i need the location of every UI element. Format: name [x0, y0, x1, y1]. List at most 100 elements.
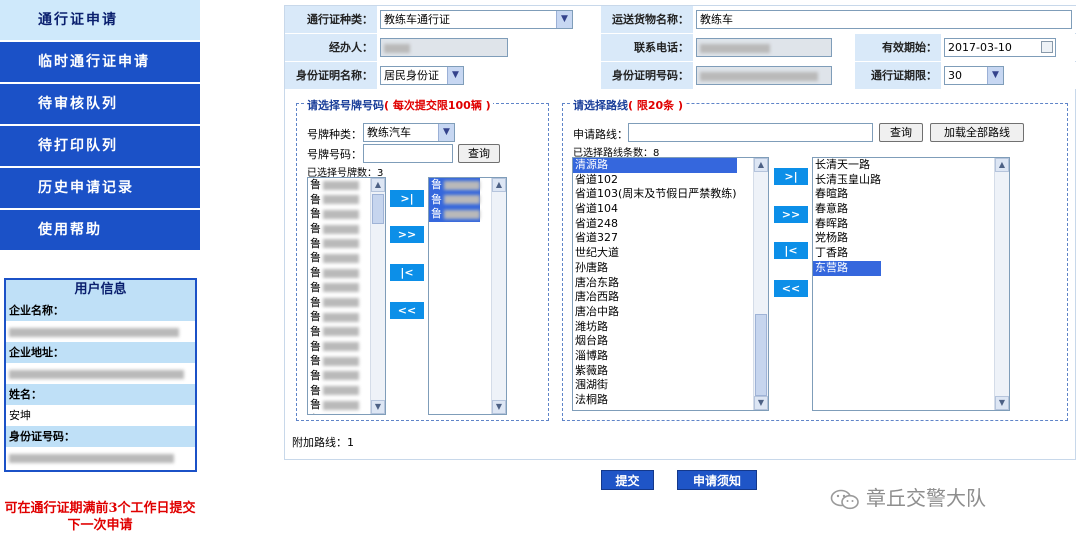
list-item[interactable]: 省道102 — [573, 173, 737, 188]
sidebar-item-help[interactable]: 使用帮助 — [0, 210, 200, 250]
scroll-up-icon[interactable]: ▲ — [995, 158, 1009, 172]
page: 通行证申请 临时通行证申请 待审核队列 待打印队列 历史申请记录 使用帮助 用户… — [0, 0, 1080, 546]
sidebar-item-print-queue[interactable]: 待打印队列 — [0, 126, 200, 166]
id-number-input[interactable] — [696, 66, 832, 85]
list-item[interactable]: 鲁 — [429, 192, 480, 208]
list-item[interactable]: 淄博路 — [573, 349, 737, 364]
period-label: 通行证期限： — [855, 62, 941, 89]
list-item[interactable]: 鲁 — [308, 266, 359, 281]
list-item[interactable]: 长清天一路 — [813, 158, 881, 173]
sidebar-item-history[interactable]: 历史申请记录 — [0, 168, 200, 208]
list-item[interactable]: 孙唐路 — [573, 261, 737, 276]
scroll-up-icon[interactable]: ▲ — [754, 158, 768, 172]
list-item[interactable]: 鲁 — [308, 207, 359, 222]
scrollbar[interactable]: ▲ ▼ — [753, 158, 768, 410]
list-item[interactable]: 鲁 — [308, 384, 359, 399]
list-item[interactable]: 鲁 — [308, 354, 359, 369]
list-item[interactable]: 鲁 — [429, 207, 480, 223]
list-item[interactable]: 省道103(周末及节假日严禁教练) — [573, 187, 737, 202]
scroll-thumb[interactable] — [372, 194, 384, 224]
scroll-down-icon[interactable]: ▼ — [492, 400, 506, 414]
list-item[interactable]: 鲁 — [308, 369, 359, 384]
list-item[interactable]: 鲁 — [308, 222, 359, 237]
load-all-routes-button[interactable]: 加载全部路线 — [930, 123, 1024, 142]
scrollbar[interactable]: ▲ ▼ — [994, 158, 1009, 410]
scrollbar[interactable]: ▲ ▼ — [491, 178, 506, 414]
available-route-list[interactable]: 清源路 省道102 省道103(周末及节假日严禁教练) 省道104 省道248 省道327… — [572, 157, 769, 411]
plate-prefix: 鲁 — [310, 192, 321, 206]
extra-routes-count: 附加路线：1 — [292, 436, 354, 449]
form-row-1: 通行证种类： 教练车通行证 ▼ 运送货物名称： 教练车 — [285, 6, 1076, 34]
sidebar-item-review-queue[interactable]: 待审核队列 — [0, 84, 200, 124]
list-item[interactable]: 紫薇路 — [573, 364, 737, 379]
list-item[interactable]: 春晖路 — [813, 217, 881, 232]
available-plate-list[interactable]: 鲁鲁鲁鲁鲁鲁鲁鲁鲁鲁鲁鲁鲁鲁鲁鲁鲁 ▲ ▼ — [307, 177, 386, 415]
route-query-button[interactable]: 查询 — [879, 123, 923, 142]
user-name-label: 姓名： — [6, 384, 195, 405]
id-type-select[interactable]: 居民身份证 ▼ — [380, 66, 464, 85]
scroll-down-icon[interactable]: ▼ — [754, 396, 768, 410]
selected-route-list[interactable]: 长清天一路 长清玉皇山路 春暄路 春意路 春晖路 党杨路 丁香路 东营路 ▲ ▼ — [812, 157, 1010, 411]
list-item[interactable]: 潍坊路 — [573, 320, 737, 335]
list-item[interactable]: 鲁 — [308, 340, 359, 355]
sidebar-item-temporary-pass[interactable]: 临时通行证申请 — [0, 42, 200, 82]
plate-number-input[interactable] — [363, 144, 453, 163]
list-item[interactable]: 省道104 — [573, 202, 737, 217]
valid-start-input[interactable]: 2017-03-10 — [944, 38, 1056, 57]
list-item[interactable]: 涠湖街 — [573, 378, 737, 393]
plate-remove-all-button[interactable]: << — [390, 302, 424, 319]
selected-plate-list[interactable]: 鲁鲁鲁 ▲ ▼ — [428, 177, 507, 415]
list-item[interactable]: 鲁 — [308, 281, 359, 296]
list-item[interactable]: 鲁 — [429, 178, 480, 193]
list-item[interactable]: 烟台路 — [573, 334, 737, 349]
list-item[interactable]: 鲁 — [308, 310, 359, 325]
list-item[interactable]: 鲁 — [308, 296, 359, 311]
plate-query-button[interactable]: 查询 — [458, 144, 500, 163]
scroll-up-icon[interactable]: ▲ — [371, 178, 385, 192]
plate-move-all-button[interactable]: >> — [390, 226, 424, 243]
cargo-input[interactable]: 教练车 — [696, 10, 1072, 29]
phone-input[interactable] — [696, 38, 832, 57]
list-item[interactable]: 鲁 — [308, 325, 359, 340]
pass-type-select[interactable]: 教练车通行证 ▼ — [380, 10, 573, 29]
list-item[interactable]: 省道327 — [573, 231, 737, 246]
list-item[interactable]: 唐冶中路 — [573, 305, 737, 320]
list-item[interactable]: 鲁 — [308, 251, 359, 266]
list-item[interactable]: 唐冶东路 — [573, 276, 737, 291]
list-item[interactable]: 鲁 — [308, 398, 359, 413]
period-select[interactable]: 30 ▼ — [944, 66, 1004, 85]
list-item[interactable]: 法桐路 — [573, 393, 737, 408]
plate-remove-one-button[interactable]: |< — [390, 264, 424, 281]
route-remove-all-button[interactable]: << — [774, 280, 808, 297]
plate-move-one-button[interactable]: >| — [390, 190, 424, 207]
list-item[interactable]: 东营路 — [813, 260, 881, 276]
scroll-up-icon[interactable]: ▲ — [492, 178, 506, 192]
list-item[interactable]: 鲁 — [308, 413, 359, 414]
route-remove-one-button[interactable]: |< — [774, 242, 808, 259]
list-item[interactable]: 世纪大道 — [573, 246, 737, 261]
handler-input[interactable] — [380, 38, 508, 57]
list-item[interactable]: 党杨路 — [813, 231, 881, 246]
list-item[interactable]: 清源路 — [573, 158, 737, 173]
list-item[interactable]: 唐冶西路 — [573, 290, 737, 305]
list-item[interactable]: 鲁 — [308, 237, 359, 252]
list-item[interactable]: 鲁 — [308, 193, 359, 208]
list-item[interactable]: 省道248 — [573, 217, 737, 232]
plate-type-select[interactable]: 教练汽车 ▼ — [363, 123, 455, 142]
list-item[interactable]: 春暄路 — [813, 187, 881, 202]
list-item[interactable]: 长清玉皇山路 — [813, 173, 881, 188]
scroll-down-icon[interactable]: ▼ — [371, 400, 385, 414]
scroll-thumb[interactable] — [755, 314, 767, 396]
route-move-one-button[interactable]: >| — [774, 168, 808, 185]
calendar-icon[interactable] — [1041, 41, 1053, 53]
route-move-all-button[interactable]: >> — [774, 206, 808, 223]
scrollbar[interactable]: ▲ ▼ — [370, 178, 385, 414]
list-item[interactable]: 鲁 — [308, 178, 359, 193]
list-item[interactable]: 春意路 — [813, 202, 881, 217]
list-item[interactable]: 丁香路 — [813, 246, 881, 261]
route-search-input[interactable] — [628, 123, 873, 142]
scroll-down-icon[interactable]: ▼ — [995, 396, 1009, 410]
sidebar-item-pass-application[interactable]: 通行证申请 — [0, 0, 200, 40]
application-notice-button[interactable]: 申请须知 — [677, 470, 757, 490]
submit-button[interactable]: 提交 — [601, 470, 654, 490]
